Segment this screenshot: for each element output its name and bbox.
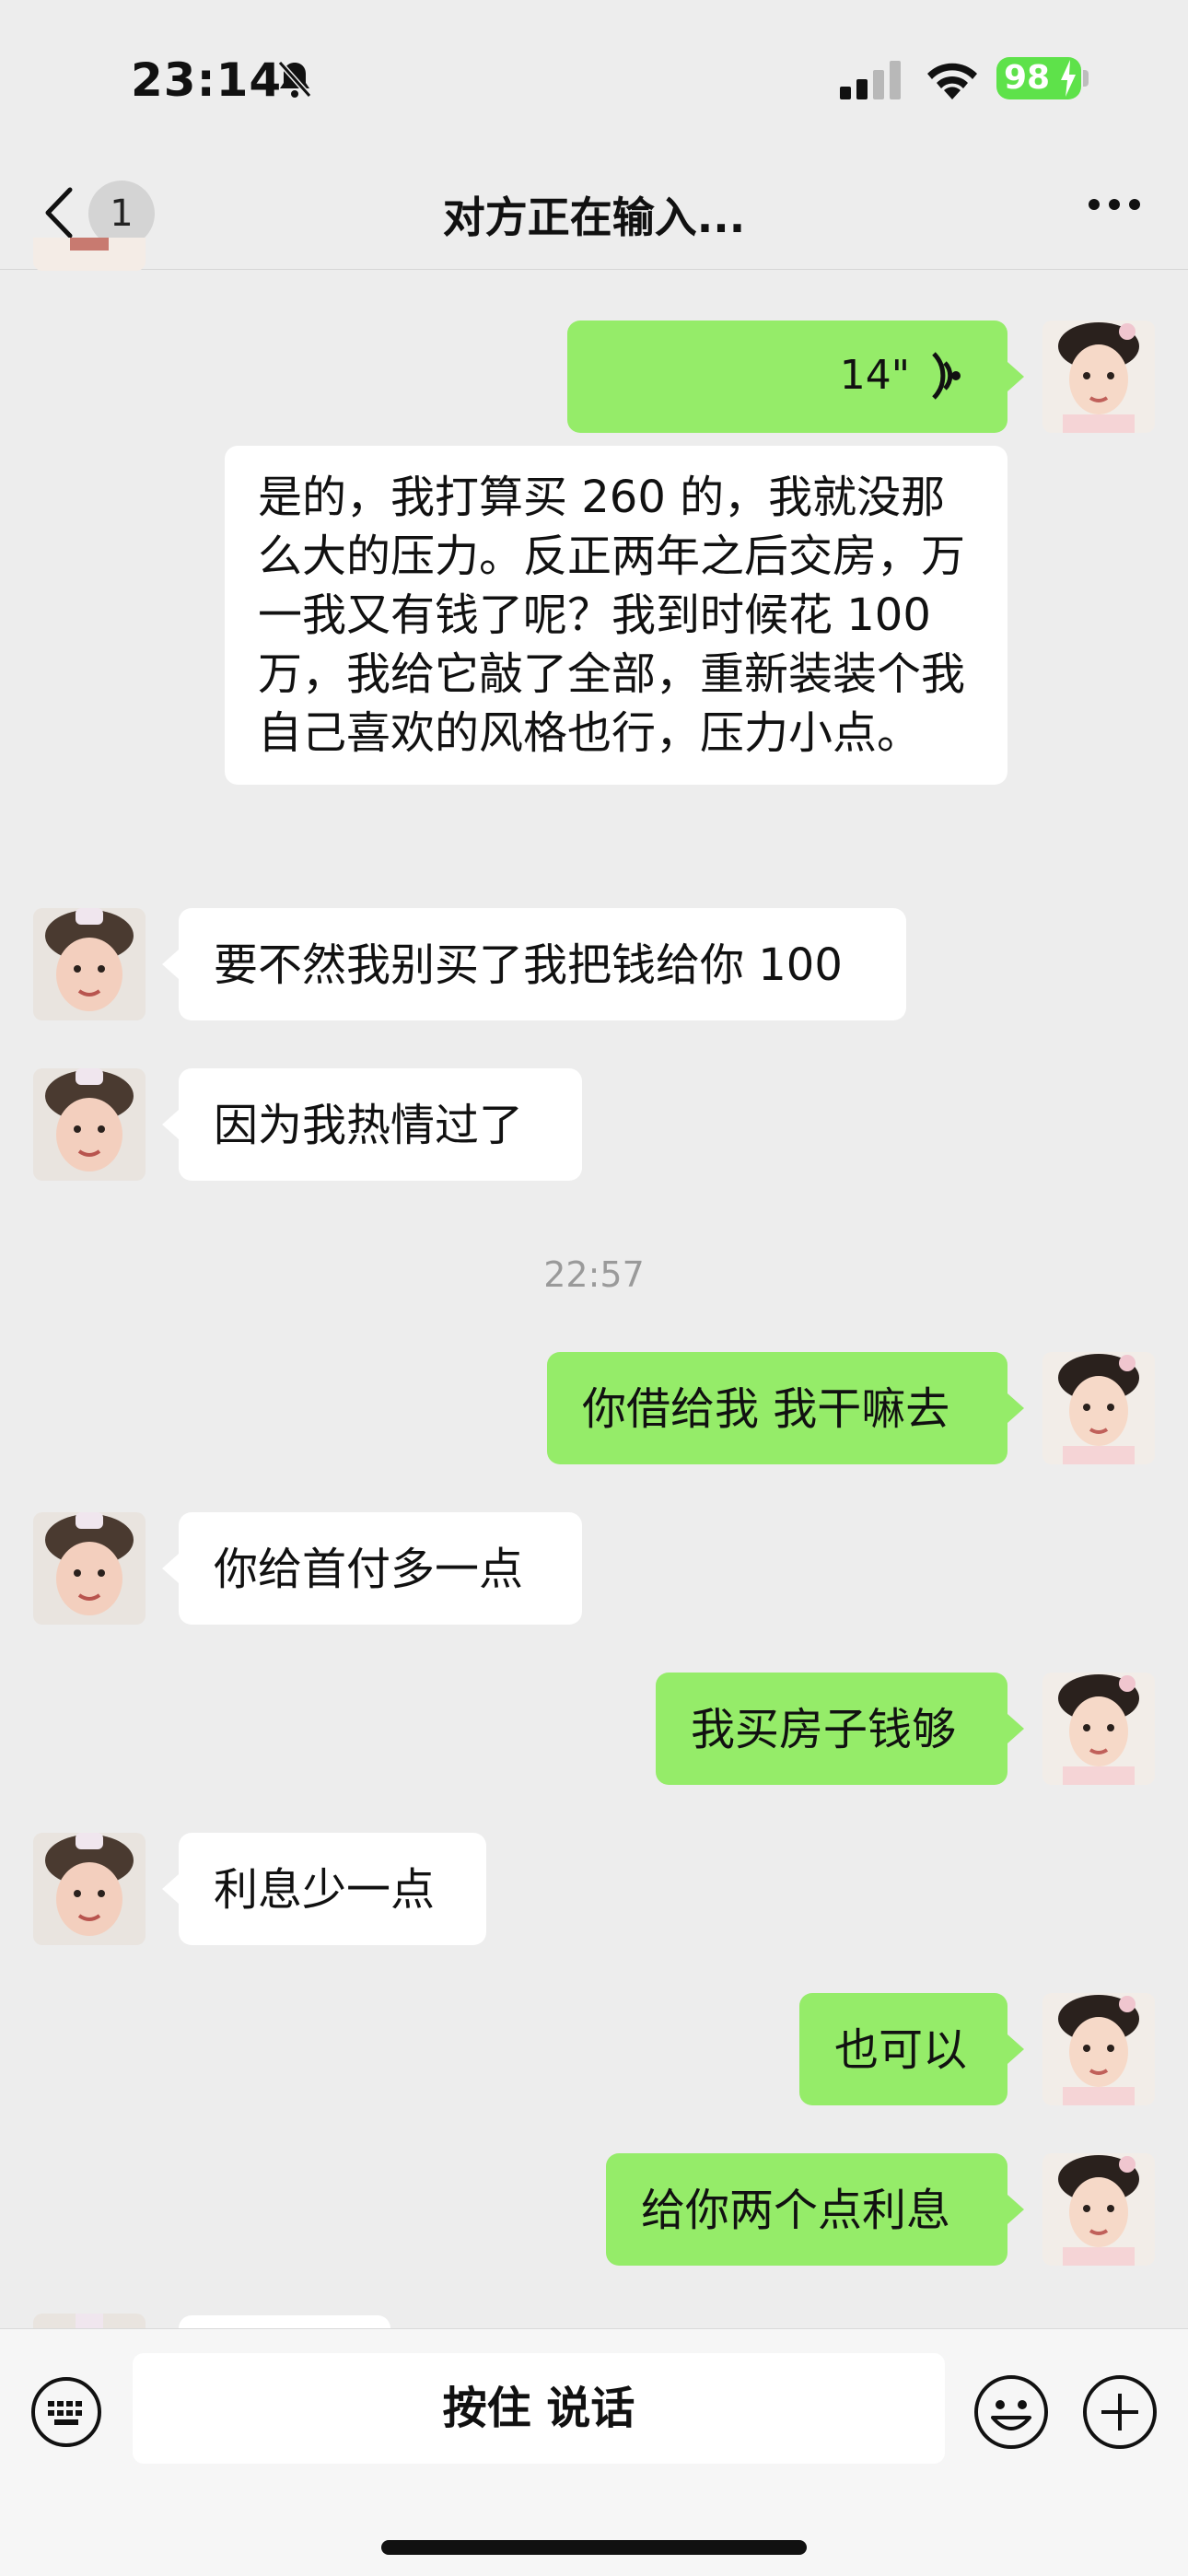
my-avatar[interactable] xyxy=(1042,2153,1155,2266)
more-options-icon[interactable] xyxy=(1087,197,1142,216)
message-bubble[interactable]: 你借给我 我干嘛去 xyxy=(547,1352,1007,1464)
contact-avatar[interactable] xyxy=(33,908,146,1020)
message-bubble[interactable] xyxy=(179,2315,390,2328)
contact-avatar[interactable] xyxy=(33,1512,146,1625)
message-bubble[interactable]: 利息少一点 xyxy=(179,1833,486,1945)
message-text: 也可以 xyxy=(834,2024,968,2076)
message-bubble[interactable]: 也可以 xyxy=(799,1993,1007,2105)
my-avatar[interactable] xyxy=(1042,1993,1155,2105)
voice-wave-icon xyxy=(925,350,961,416)
mute-bell-icon xyxy=(276,59,313,103)
message-bubble[interactable]: 要不然我别买了我把钱给你 100 xyxy=(179,908,906,1020)
message-bubble[interactable]: 给你两个点利息 xyxy=(606,2153,1007,2266)
keyboard-toggle-icon[interactable] xyxy=(29,2375,103,2453)
status-bar: 23:14 98 xyxy=(0,0,1188,157)
message-text: 你借给我 我干嘛去 xyxy=(582,1383,950,1435)
hold-to-talk-button[interactable]: 按住 说话 xyxy=(133,2353,945,2464)
my-avatar[interactable] xyxy=(1042,1352,1155,1464)
voice-duration: 14" xyxy=(839,352,910,399)
message-text: 我买房子钱够 xyxy=(691,1704,957,1755)
message-text: 利息少一点 xyxy=(214,1864,436,1916)
wifi-icon xyxy=(924,57,981,103)
contact-avatar[interactable] xyxy=(33,2314,146,2328)
status-time: 23:14 xyxy=(131,53,283,107)
message-text: 是的，我打算买 260 的，我就没那么大的压力。反正两年之后交房，万一我又有钱了… xyxy=(258,472,966,759)
message-timestamp: 22:57 xyxy=(543,1254,645,1295)
message-text: 你给首付多一点 xyxy=(214,1544,524,1595)
contact-avatar[interactable] xyxy=(33,1833,146,1945)
message-bubble[interactable]: 我买房子钱够 xyxy=(656,1673,1007,1785)
my-avatar[interactable] xyxy=(1042,321,1155,433)
battery-cap xyxy=(1083,70,1089,87)
charging-bolt-icon xyxy=(1059,60,1077,108)
plus-icon[interactable] xyxy=(1081,2373,1159,2454)
battery-level: 98 xyxy=(1004,59,1051,97)
cellular-signal-icon xyxy=(840,61,904,103)
message-bubble[interactable]: 你给首付多一点 xyxy=(179,1512,582,1625)
message-text: 给你两个点利息 xyxy=(641,2185,951,2236)
chat-input-bar: 按住 说话 xyxy=(0,2328,1188,2576)
home-indicator[interactable] xyxy=(381,2540,807,2555)
chat-title: 对方正在输入... xyxy=(442,192,746,242)
chat-header: 1 对方正在输入... xyxy=(0,157,1188,270)
emoji-icon[interactable] xyxy=(973,2373,1050,2454)
voice-message-bubble[interactable]: 14" xyxy=(567,321,1007,433)
my-avatar[interactable] xyxy=(1042,1673,1155,1785)
message-text: 要不然我别买了我把钱给你 100 xyxy=(214,939,843,991)
contact-avatar[interactable] xyxy=(33,1068,146,1181)
message-bubble[interactable]: 因为我热情过了 xyxy=(179,1068,582,1181)
avatar[interactable] xyxy=(33,238,146,271)
message-text: 因为我热情过了 xyxy=(214,1100,524,1151)
message-bubble[interactable]: 是的，我打算买 260 的，我就没那么大的压力。反正两年之后交房，万一我又有钱了… xyxy=(225,446,1007,785)
battery-indicator: 98 xyxy=(996,57,1081,99)
